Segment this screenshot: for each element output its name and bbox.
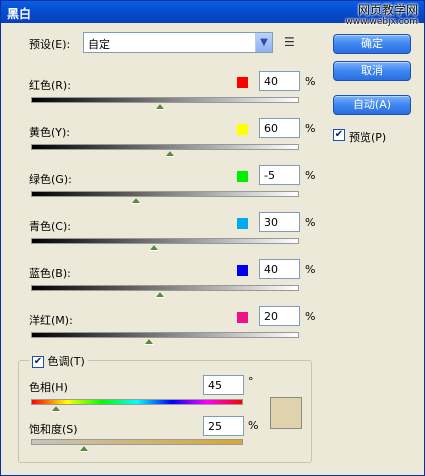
channel-slider-thumb[interactable] (154, 291, 165, 298)
cancel-button[interactable]: 取消 (333, 61, 411, 81)
channel-slider-thumb[interactable] (165, 150, 176, 157)
channel-unit: % (305, 169, 316, 182)
channel-slider-track[interactable] (31, 191, 299, 197)
chevron-down-icon[interactable]: ▼ (255, 33, 272, 52)
channel-color-swatch (237, 218, 248, 229)
channel-color-swatch (237, 171, 248, 182)
channel-row: 洋红(M): 20% (1, 306, 331, 350)
hue-label: 色相(H) (29, 381, 68, 394)
channel-slider-track[interactable] (31, 285, 299, 291)
saturation-label: 饱和度(S) (29, 423, 78, 436)
channel-slider-thumb[interactable] (154, 103, 165, 110)
channel-unit: % (305, 75, 316, 88)
watermark-sub: www.webjx.com (345, 17, 418, 27)
channel-row: 青色(C): 30% (1, 212, 331, 256)
channel-label: 红色(R): (29, 79, 71, 92)
channel-row: 蓝色(B): 40% (1, 259, 331, 303)
saturation-unit: % (248, 419, 259, 432)
saturation-input[interactable]: 25 (203, 416, 244, 436)
channel-label: 黄色(Y): (29, 126, 71, 139)
channel-value-input[interactable]: 30 (259, 212, 300, 232)
channel-slider-thumb[interactable] (130, 197, 141, 204)
channel-slider-track[interactable] (31, 238, 299, 244)
channel-label: 蓝色(B): (29, 267, 71, 280)
channel-label: 洋红(M): (29, 314, 73, 327)
tint-checkbox[interactable]: ✔ (32, 356, 44, 368)
preview-label: 预览(P) (349, 131, 387, 144)
channel-value-input[interactable]: 60 (259, 118, 300, 138)
ok-button[interactable]: 确定 (333, 34, 411, 54)
channel-value-input[interactable]: 40 (259, 71, 300, 91)
channel-color-swatch (237, 77, 248, 88)
channel-row: 红色(R): 40% (1, 71, 331, 115)
watermark: 网页教学网 www.webjx.com (345, 4, 418, 28)
preset-value: 自定 (88, 38, 110, 51)
channel-color-swatch (237, 312, 248, 323)
channel-label: 青色(C): (29, 220, 71, 233)
channel-color-swatch (237, 124, 248, 135)
channel-unit: % (305, 216, 316, 229)
tint-color-swatch[interactable] (270, 397, 302, 429)
channel-row: 绿色(G): -5% (1, 165, 331, 209)
tint-group (18, 360, 312, 463)
saturation-slider-track[interactable] (31, 439, 243, 445)
auto-button[interactable]: 自动(A) (333, 95, 411, 115)
watermark-main: 网页教学网 (357, 3, 418, 17)
channel-slider-thumb[interactable] (149, 244, 160, 251)
channel-row: 黄色(Y): 60% (1, 118, 331, 162)
channel-color-swatch (237, 265, 248, 276)
channel-value-input[interactable]: -5 (259, 165, 300, 185)
preset-label: 预设(E): (29, 38, 71, 51)
channel-slider-track[interactable] (31, 332, 299, 338)
window-title: 黑白 (7, 7, 32, 21)
saturation-slider-thumb[interactable] (79, 445, 89, 452)
channel-slider-track[interactable] (31, 97, 299, 103)
channel-value-input[interactable]: 20 (259, 306, 300, 326)
hue-input[interactable]: 45 (203, 375, 244, 395)
hue-unit: ° (248, 375, 254, 388)
channel-label: 绿色(G): (29, 173, 72, 186)
channel-unit: % (305, 263, 316, 276)
hue-slider-track[interactable] (31, 399, 243, 405)
black-white-dialog: 黑白 网页教学网 www.webjx.com 预设(E): 自定 ▼ ☰ 确定 … (0, 0, 425, 476)
preview-checkbox[interactable]: ✔ (333, 129, 345, 141)
tint-label: 色调(T) (47, 355, 85, 368)
tint-header: ✔ 色调(T) (29, 353, 88, 369)
channel-slider-thumb[interactable] (143, 338, 154, 345)
channel-unit: % (305, 122, 316, 135)
title-bar[interactable]: 黑白 网页教学网 www.webjx.com (1, 1, 424, 27)
panel-menu-icon[interactable]: ☰ (284, 35, 295, 49)
preset-dropdown[interactable]: 自定 ▼ (83, 32, 273, 53)
hue-slider-thumb[interactable] (51, 405, 62, 412)
channel-unit: % (305, 310, 316, 323)
channel-value-input[interactable]: 40 (259, 259, 300, 279)
